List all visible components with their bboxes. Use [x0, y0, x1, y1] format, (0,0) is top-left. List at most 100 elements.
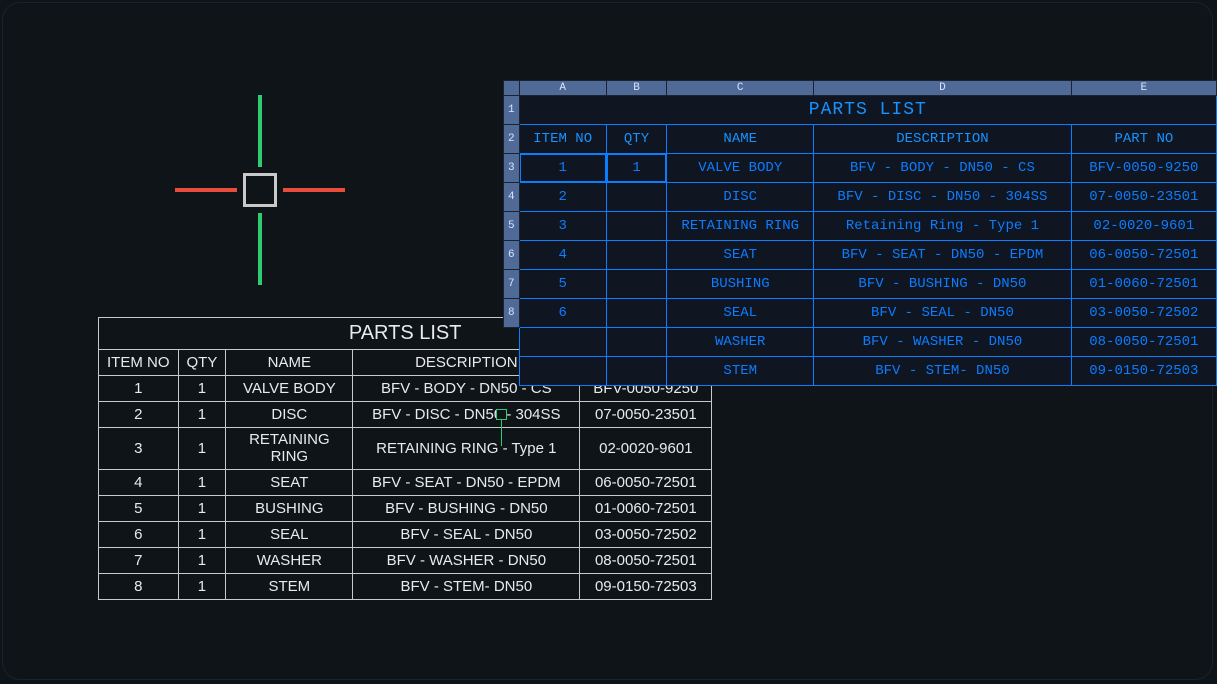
grid-cell-item[interactable]: 2 — [519, 183, 606, 212]
grid-row[interactable]: 311VALVE BODYBFV - BODY - DN50 - CSBFV-0… — [504, 154, 1217, 183]
grid-cell-item[interactable]: 5 — [519, 270, 606, 299]
grid-row-4[interactable]: 4 — [504, 183, 520, 212]
cell-item[interactable]: 8 — [99, 574, 179, 600]
cell-item[interactable]: 4 — [99, 470, 179, 496]
grid-hdr-item[interactable]: ITEM NO — [519, 125, 606, 154]
parts-list-edit-grid[interactable]: A B C D E 1 PARTS LIST 2 ITEM NO QTY NAM… — [503, 80, 1217, 386]
cell-name[interactable]: VALVE BODY — [226, 376, 353, 402]
cell-desc[interactable]: BFV - DISC - DN50 - 304SS — [353, 402, 580, 428]
table-row[interactable]: 31RETAINING RINGRETAINING RING - Type 10… — [99, 428, 712, 470]
cell-name[interactable]: BUSHING — [226, 496, 353, 522]
cell-name[interactable]: WASHER — [226, 548, 353, 574]
grid-cell-name[interactable]: BUSHING — [667, 270, 814, 299]
grid-cell-item[interactable]: 3 — [519, 212, 606, 241]
grid-cell-item[interactable]: 1 — [519, 154, 606, 183]
table-row[interactable]: 41SEATBFV - SEAT - DN50 - EPDM06-0050-72… — [99, 470, 712, 496]
cell-item[interactable]: 1 — [99, 376, 179, 402]
grid-cell-part[interactable]: BFV-0050-9250 — [1071, 154, 1216, 183]
grid-cell-qty[interactable]: 1 — [606, 154, 666, 183]
cell-item[interactable]: 2 — [99, 402, 179, 428]
grid-col-C[interactable]: C — [667, 81, 814, 96]
grid-cell-part[interactable]: 09-0150-72503 — [1071, 357, 1216, 386]
grid-cell-part[interactable]: 07-0050-23501 — [1071, 183, 1216, 212]
cell-qty[interactable]: 1 — [178, 428, 226, 470]
grid-cell-item[interactable]: 4 — [519, 241, 606, 270]
grid-row-7[interactable]: 7 — [504, 270, 520, 299]
cell-part[interactable]: 03-0050-72502 — [580, 522, 712, 548]
grid-row[interactable]: WASHERBFV - WASHER - DN5008-0050-72501 — [504, 328, 1217, 357]
grid-row-8[interactable]: 8 — [504, 299, 520, 328]
cell-qty[interactable]: 1 — [178, 376, 226, 402]
grid-cell-part[interactable]: 01-0060-72501 — [1071, 270, 1216, 299]
grid-cell-desc[interactable]: BFV - WASHER - DN50 — [814, 328, 1071, 357]
grid-cell-qty[interactable] — [606, 241, 666, 270]
grid-col-D[interactable]: D — [814, 81, 1071, 96]
grid-cell-part[interactable]: 06-0050-72501 — [1071, 241, 1216, 270]
grid-hdr-desc[interactable]: DESCRIPTION — [814, 125, 1071, 154]
cell-name[interactable]: SEAT — [226, 470, 353, 496]
grid-cell-part[interactable]: 03-0050-72502 — [1071, 299, 1216, 328]
cell-name[interactable]: STEM — [226, 574, 353, 600]
grid-cell-part[interactable]: 02-0020-9601 — [1071, 212, 1216, 241]
grid-cell-name[interactable]: RETAINING RING — [667, 212, 814, 241]
grid-cell-name[interactable]: VALVE BODY — [667, 154, 814, 183]
grid-row-2[interactable]: 2 — [504, 125, 520, 154]
cell-name[interactable]: DISC — [226, 402, 353, 428]
table-row[interactable]: 71WASHERBFV - WASHER - DN5008-0050-72501 — [99, 548, 712, 574]
cell-part[interactable]: 02-0020-9601 — [580, 428, 712, 470]
grid-cell-qty[interactable] — [606, 357, 666, 386]
grid-row[interactable]: 86SEALBFV - SEAL - DN5003-0050-72502 — [504, 299, 1217, 328]
cell-qty[interactable]: 1 — [178, 548, 226, 574]
grid-row[interactable]: STEMBFV - STEM- DN5009-0150-72503 — [504, 357, 1217, 386]
cell-name[interactable]: RETAINING RING — [226, 428, 353, 470]
grid-row-5[interactable]: 5 — [504, 212, 520, 241]
cell-desc[interactable]: BFV - STEM- DN50 — [353, 574, 580, 600]
grid-cell-desc[interactable]: BFV - SEAL - DN50 — [814, 299, 1071, 328]
cell-qty[interactable]: 1 — [178, 574, 226, 600]
grid-cell-item[interactable] — [519, 328, 606, 357]
grid-row-3[interactable]: 3 — [504, 154, 520, 183]
cell-qty[interactable]: 1 — [178, 470, 226, 496]
grid-cell-desc[interactable]: BFV - STEM- DN50 — [814, 357, 1071, 386]
cell-qty[interactable]: 1 — [178, 402, 226, 428]
cell-desc[interactable]: RETAINING RING - Type 1 — [353, 428, 580, 470]
grid-hdr-name[interactable]: NAME — [667, 125, 814, 154]
cell-desc[interactable]: BFV - SEAT - DN50 - EPDM — [353, 470, 580, 496]
grid-row[interactable]: 42 DISCBFV - DISC - DN50 - 304SS07-0050-2… — [504, 183, 1217, 212]
grid-cell-desc[interactable]: Retaining Ring - Type 1 — [814, 212, 1071, 241]
cell-part[interactable]: 08-0050-72501 — [580, 548, 712, 574]
grid-row[interactable]: 75BUSHINGBFV - BUSHING - DN5001-0060-725… — [504, 270, 1217, 299]
table-row[interactable]: 51BUSHINGBFV - BUSHING - DN5001-0060-725… — [99, 496, 712, 522]
cell-part[interactable]: 06-0050-72501 — [580, 470, 712, 496]
grid-cell-name[interactable]: STEM — [667, 357, 814, 386]
cell-desc[interactable]: BFV - SEAL - DN50 — [353, 522, 580, 548]
grid-cell-item[interactable]: 6 — [519, 299, 606, 328]
grid-row-6[interactable]: 6 — [504, 241, 520, 270]
grid-cell-name[interactable]: DISC — [667, 183, 814, 212]
cell-qty[interactable]: 1 — [178, 496, 226, 522]
cell-item[interactable]: 6 — [99, 522, 179, 548]
grid-cell-qty[interactable] — [606, 212, 666, 241]
grid-cell-desc[interactable]: BFV - DISC - DN50 - 304SS — [814, 183, 1071, 212]
grid-row-1[interactable]: 1 — [504, 96, 520, 125]
grid-col-E[interactable]: E — [1071, 81, 1216, 96]
cell-qty[interactable]: 1 — [178, 522, 226, 548]
grid-row[interactable]: 53 RETAINING RINGRetaining Ring - Type 10… — [504, 212, 1217, 241]
grid-cell-qty[interactable] — [606, 328, 666, 357]
grid-col-A[interactable]: A — [519, 81, 606, 96]
table-row[interactable]: 81STEMBFV - STEM- DN5009-0150-72503 — [99, 574, 712, 600]
grid-cell-desc[interactable]: BFV - BODY - DN50 - CS — [814, 154, 1071, 183]
grid-cell-qty[interactable] — [606, 299, 666, 328]
drawing-canvas[interactable]: PARTS LIST ITEM NO QTY NAME DESCRIPTION … — [0, 0, 1217, 684]
grid-row[interactable]: 64SEATBFV - SEAT - DN50 - EPDM06-0050-72… — [504, 241, 1217, 270]
cell-part[interactable]: 01-0060-72501 — [580, 496, 712, 522]
grid-title-cell[interactable]: PARTS LIST — [519, 96, 1216, 125]
grid-col-B[interactable]: B — [606, 81, 666, 96]
cell-name[interactable]: SEAL — [226, 522, 353, 548]
grid-hdr-part[interactable]: PART NO — [1071, 125, 1216, 154]
grid-cell-qty[interactable] — [606, 270, 666, 299]
cell-desc[interactable]: BFV - WASHER - DN50 — [353, 548, 580, 574]
grid-cell-name[interactable]: SEAT — [667, 241, 814, 270]
cell-item[interactable]: 7 — [99, 548, 179, 574]
grid-cell-qty[interactable] — [606, 183, 666, 212]
